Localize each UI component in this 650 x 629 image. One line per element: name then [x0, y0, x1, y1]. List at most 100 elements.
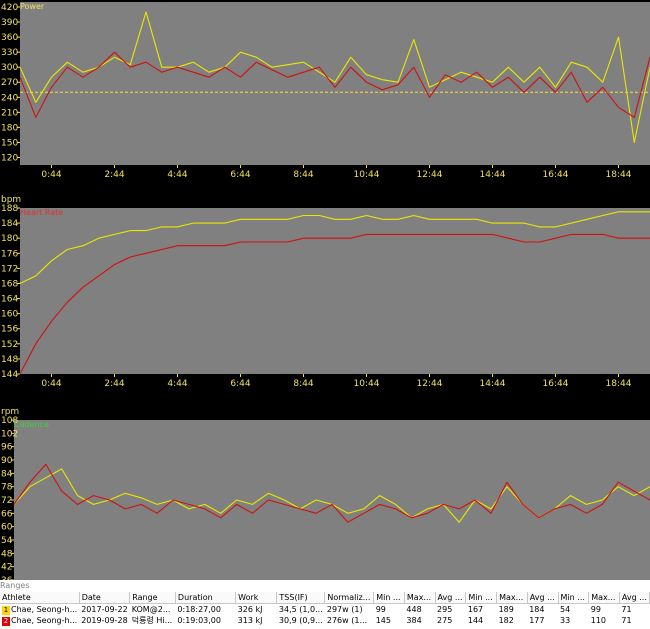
table-cell: 덕룡령 Hi...: [131, 616, 173, 625]
table-cell: 189: [498, 605, 514, 614]
y-tick-label: 420: [1, 3, 18, 13]
row-index-badge: 2: [2, 617, 10, 626]
y-tick-label: 176: [1, 249, 18, 259]
y-tick-label: 240: [1, 93, 18, 103]
table-cell: 276w (1...: [326, 616, 368, 625]
y-tick-label: 48: [1, 549, 13, 559]
table-cell: 34,5 (1,0...: [278, 605, 323, 614]
table-cell: 54: [560, 605, 571, 614]
table-row[interactable]: 1 Chae, Seong-h... 2017-09-22 KOM@2... 0:18:…: [0, 604, 650, 615]
table-cell: 2 Chae, Seong-h...: [2, 616, 78, 626]
x-tick-label: 14:44: [480, 170, 506, 180]
power-chart[interactable]: 120 150 180 210 240 270 300 330 360 390 420 0:44 2:4…: [0, 0, 650, 188]
table-cell: 71: [621, 616, 632, 625]
x-tick-label: 2:44: [104, 379, 124, 389]
y-tick-label: 72: [1, 496, 12, 506]
x-tick-label: 16:44: [543, 379, 569, 389]
table-cell: 448: [406, 605, 422, 614]
table-cell: 99: [590, 605, 601, 614]
x-tick-label: 10:44: [354, 379, 380, 389]
y-tick-label: 42: [1, 563, 12, 573]
y-tick-label: 172: [1, 264, 18, 274]
x-tick-label: 18:44: [606, 170, 632, 180]
y-tick-label: 168: [1, 279, 18, 289]
column-header[interactable]: Min ...: [558, 592, 590, 604]
table-cell: 184: [529, 605, 545, 614]
y-tick-label: 184: [1, 219, 18, 229]
y-tick-label: 180: [1, 123, 18, 133]
ranges-panel: Ranges Athlete Date Range Duration Work TSS(I…: [0, 580, 650, 629]
y-tick-label: 96: [1, 443, 13, 453]
y-tick-label: 102: [1, 429, 18, 439]
column-header[interactable]: Range: [129, 592, 176, 604]
table-cell: 0:19:03,00: [177, 616, 221, 625]
cadence-chart[interactable]: 3642485460667278849096102108rpmCadence: [0, 394, 650, 586]
column-header[interactable]: Athlete: [0, 592, 80, 604]
heart-rate-chart[interactable]: 144 148 152 156 160 164 168 172 176 180 184 188 0:44…: [0, 188, 650, 394]
y-tick-label: 160: [1, 310, 18, 320]
table-cell: 145: [375, 616, 391, 625]
column-header[interactable]: Avg ...: [527, 592, 559, 604]
y-tick-label: 148: [1, 355, 18, 365]
column-header[interactable]: Date: [79, 592, 131, 604]
column-header[interactable]: Work: [235, 592, 278, 604]
column-header[interactable]: Min ...: [465, 592, 498, 604]
x-tick-label: 8:44: [293, 170, 313, 180]
series-title: Heart Rate: [20, 208, 63, 217]
y-tick-label: 390: [1, 18, 18, 28]
y-tick-label: 180: [1, 234, 18, 244]
y-tick-label: 152: [1, 340, 18, 350]
column-header[interactable]: TSS(IF): [276, 592, 326, 604]
column-header[interactable]: Avg ...: [619, 592, 650, 604]
x-tick-label: 0:44: [41, 170, 61, 180]
table-cell: 71: [621, 605, 632, 614]
y-tick-label: 150: [1, 138, 18, 148]
x-tick-label: 12:44: [417, 170, 443, 180]
x-tick-label: 0:44: [41, 379, 61, 389]
column-header[interactable]: Avg ...: [435, 592, 467, 604]
column-header[interactable]: Duration: [175, 592, 237, 604]
x-tick-label: 6:44: [230, 379, 250, 389]
y-tick-label: 360: [1, 33, 18, 43]
table-row[interactable]: 2 Chae, Seong-h... 2019-09-28 덕룡령 Hi... 0:19…: [0, 615, 650, 626]
heart-rate-chart-svg: 144 148 152 156 160 164 168 172 176 180 184 188 0:44…: [0, 188, 650, 394]
table-cell: 384: [406, 616, 422, 625]
table-cell: 297w (1): [326, 605, 363, 614]
row-index-badge: 1: [2, 606, 10, 615]
y-tick-label: 300: [1, 63, 18, 73]
unit-label: bpm: [1, 195, 21, 205]
table-cell: 182: [498, 616, 514, 625]
table-cell: 30,9 (0,9...: [278, 616, 323, 625]
y-tick-label: 78: [1, 483, 13, 493]
column-header[interactable]: Max...: [588, 592, 620, 604]
plot-area: [20, 208, 650, 374]
table-cell: 2019-09-28: [81, 616, 128, 625]
x-tick-label: 4:44: [167, 170, 187, 180]
y-tick-label: 60: [1, 523, 13, 533]
column-header[interactable]: Min ...: [373, 592, 405, 604]
x-tick-label: 4:44: [167, 379, 187, 389]
table-cell: 144: [467, 616, 484, 625]
y-tick-label: 270: [1, 78, 18, 88]
x-tick-label: 2:44: [104, 170, 124, 180]
table-cell: 295: [437, 605, 453, 614]
y-tick-label: 330: [1, 48, 18, 58]
table-cell: 33: [560, 616, 571, 625]
table-cell: 313 kJ: [237, 616, 263, 625]
table-cell: 0:18:27,00: [177, 605, 221, 614]
y-tick-label: 54: [1, 536, 13, 546]
y-tick-label: 90: [1, 456, 13, 466]
table-cell: KOM@2...: [131, 605, 171, 614]
column-header[interactable]: Normaliz...: [324, 592, 375, 604]
column-header[interactable]: Max...: [404, 592, 436, 604]
y-tick-label: 144: [1, 370, 18, 380]
x-tick-label: 10:44: [354, 170, 380, 180]
column-header[interactable]: Max...: [496, 592, 528, 604]
x-tick-label: 12:44: [417, 379, 443, 389]
power-chart-svg: 120 150 180 210 240 270 300 330 360 390 420 0:44 2:4…: [0, 0, 650, 188]
ranges-table[interactable]: Athlete Date Range Duration Work TSS(IF) Norma…: [0, 592, 650, 626]
y-tick-label: 188: [1, 204, 18, 214]
y-tick-label: 84: [1, 469, 13, 479]
unit-label: rpm: [1, 407, 19, 417]
x-tick-label: 18:44: [606, 379, 632, 389]
